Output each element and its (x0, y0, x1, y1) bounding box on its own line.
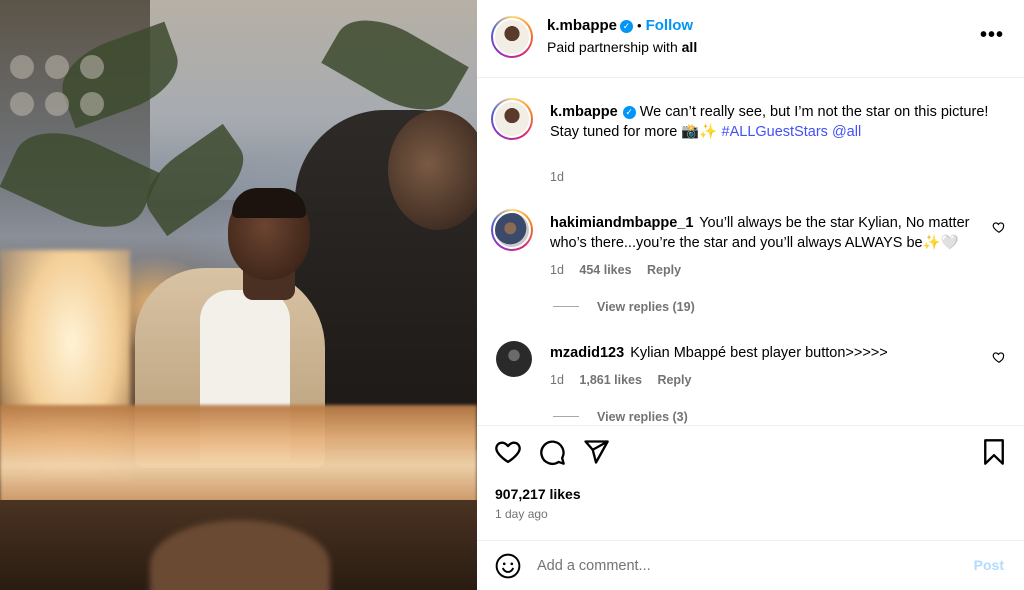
comment-likes[interactable]: 454 likes (579, 263, 631, 277)
photo-glass-dot (45, 92, 69, 116)
photo-second-person-head (388, 110, 477, 230)
caption-mention[interactable]: @all (832, 124, 861, 140)
photo-glass-dot (80, 55, 104, 79)
caption-line2: Stay tuned for more 📸✨ (550, 124, 718, 140)
post-photo[interactable] (0, 0, 477, 590)
more-options-icon[interactable]: ••• (980, 24, 1004, 47)
author-username[interactable]: k.mbappe (547, 17, 617, 34)
reply-button[interactable]: Reply (647, 263, 681, 277)
photo-person-hair (232, 188, 306, 218)
likes-count[interactable]: 907,217 likes (495, 486, 581, 502)
post-timestamp[interactable]: 1 day ago (495, 507, 548, 521)
add-comment-bar: Post (477, 540, 1024, 590)
view-replies-button[interactable]: View replies (19) (553, 300, 695, 314)
verified-badge-icon: ✓ (622, 106, 636, 119)
caption-avatar[interactable] (491, 98, 533, 140)
paid-partnership-line: Paid partnership with all (547, 39, 697, 55)
post-comment-button[interactable]: Post (974, 557, 1004, 573)
caption-hashtag[interactable]: #ALLGuestStars (722, 124, 828, 140)
photo-glass-dot (10, 92, 34, 116)
author-line: k.mbappe ✓ • Follow (547, 17, 693, 35)
comment-meta: 1d 454 likes Reply (550, 263, 693, 277)
author-avatar[interactable] (491, 16, 533, 58)
partner-link[interactable]: all (682, 39, 698, 55)
photo-glass-dot (10, 55, 34, 79)
comment-username[interactable]: mzadid123 (550, 345, 624, 361)
caption-meta: 1d (550, 170, 576, 184)
comment-likes[interactable]: 1,861 likes (579, 373, 642, 387)
comment-age: 1d (550, 263, 564, 277)
reply-button[interactable]: Reply (657, 373, 691, 387)
verified-badge-icon: ✓ (620, 20, 634, 33)
photo-plant-leaf (0, 114, 161, 246)
dot-separator: • (637, 18, 642, 33)
post-actions: 907,217 likes 1 day ago (477, 425, 1024, 545)
caption-age: 1d (550, 170, 564, 184)
caption-text: k.mbappe ✓ We can’t really see, but I’m n… (550, 102, 990, 142)
post-header: k.mbappe ✓ • Follow Paid partnership with a… (477, 0, 1024, 78)
bookmark-icon[interactable] (980, 438, 1008, 466)
comment-avatar[interactable] (496, 341, 532, 377)
smiley-icon[interactable] (495, 553, 521, 579)
comments-section[interactable]: k.mbappe ✓ We can’t really see, but I’m n… (477, 79, 1024, 425)
add-comment-input[interactable] (537, 554, 957, 578)
comment-like-heart-icon[interactable] (992, 220, 1006, 234)
comment-like-heart-icon[interactable] (992, 350, 1006, 364)
view-replies-button[interactable]: View replies (3) (553, 410, 688, 424)
comment-text: mzadid123 Kylian Mbappé best player butt… (550, 343, 990, 363)
caption-username[interactable]: k.mbappe (550, 104, 618, 120)
heart-icon[interactable] (494, 438, 522, 466)
photo-table-blur (0, 405, 477, 515)
comment-text: hakimiandmbappe_1 You’ll always be the s… (550, 213, 970, 253)
comment-age: 1d (550, 373, 564, 387)
partnership-prefix: Paid partnership with (547, 39, 678, 55)
follow-button[interactable]: Follow (646, 17, 694, 34)
photo-glass-dot (80, 92, 104, 116)
photo-glass-dot (45, 55, 69, 79)
comment-body: Kylian Mbappé best player button>>>>> (630, 345, 888, 361)
post-side-panel: k.mbappe ✓ • Follow Paid partnership with a… (477, 0, 1024, 590)
comment-bubble-icon[interactable] (538, 438, 566, 466)
comment-username[interactable]: hakimiandmbappe_1 (550, 215, 693, 231)
caption-body: We can’t really see, but I’m not the sta… (639, 104, 989, 120)
paper-plane-icon[interactable] (582, 438, 610, 466)
comment-avatar[interactable] (491, 209, 533, 251)
comment-meta: 1d 1,861 likes Reply (550, 373, 703, 387)
